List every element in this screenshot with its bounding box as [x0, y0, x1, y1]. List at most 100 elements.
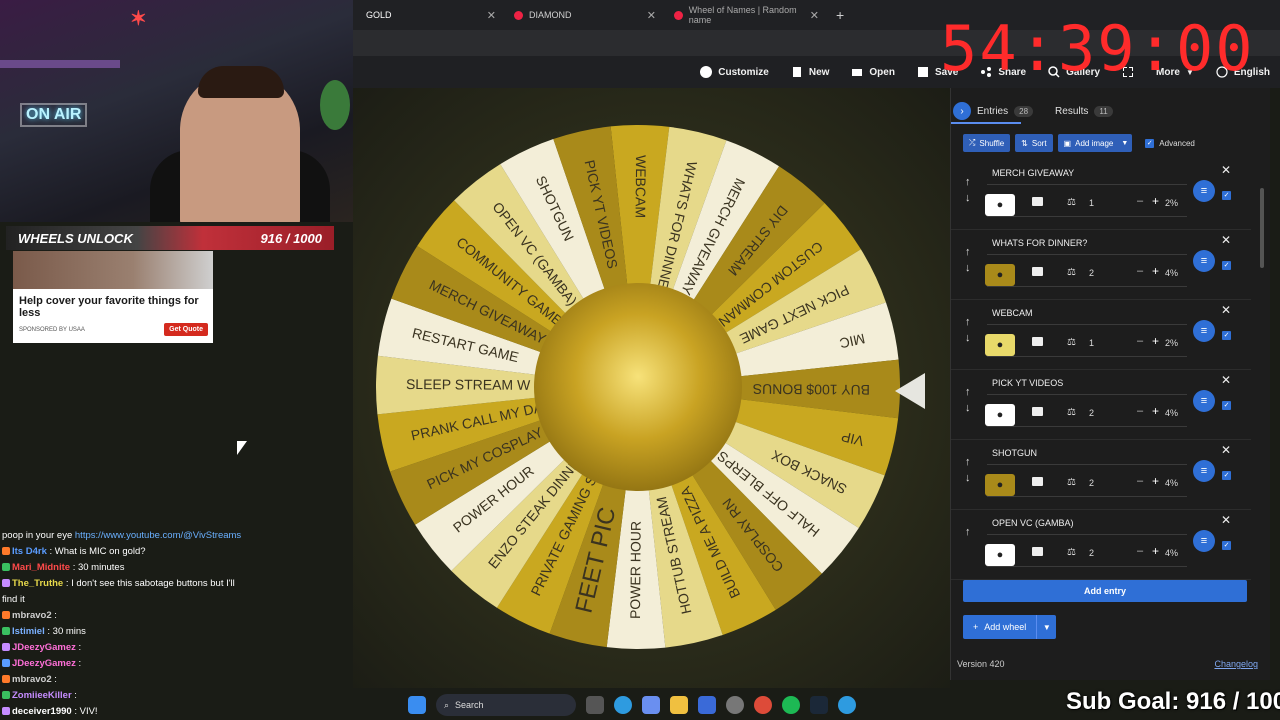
- reorder-arrows[interactable]: ↑ ↓: [965, 454, 971, 486]
- entry-color-swatch[interactable]: ●: [985, 334, 1015, 356]
- steam-icon[interactable]: [810, 696, 828, 714]
- add-wheel-button[interactable]: + Add wheel ▼: [963, 615, 1057, 639]
- chat-username[interactable]: Its D4rk: [12, 546, 47, 557]
- ad-cta-button[interactable]: Get Quote: [164, 323, 208, 336]
- scrollbar[interactable]: [1260, 188, 1264, 268]
- edge-icon[interactable]: [614, 696, 632, 714]
- reorder-arrows[interactable]: ↑ ↓: [965, 244, 971, 276]
- new-tab-plus-icon[interactable]: +: [830, 4, 850, 26]
- customize-button[interactable]: Customize: [700, 66, 769, 78]
- spotify-icon[interactable]: [782, 696, 800, 714]
- chat-username[interactable]: ZomiieeKiller: [12, 690, 72, 701]
- image-icon[interactable]: [1032, 197, 1043, 206]
- entry-settings-button[interactable]: ≡: [1193, 180, 1215, 202]
- decrement-button[interactable]: –: [1137, 195, 1143, 207]
- windows-start-icon[interactable]: [408, 696, 426, 714]
- chat-username[interactable]: Istimiel: [12, 626, 45, 637]
- increment-button[interactable]: +: [1152, 194, 1159, 208]
- entry-name[interactable]: WHATS FOR DINNER?: [992, 238, 1087, 248]
- entry-color-swatch[interactable]: ●: [985, 194, 1015, 216]
- entry-settings-button[interactable]: ≡: [1193, 460, 1215, 482]
- entry-settings-button[interactable]: ≡: [1193, 390, 1215, 412]
- entry-weight[interactable]: 2: [1089, 478, 1094, 488]
- close-icon[interactable]: ✕: [487, 9, 496, 22]
- reorder-arrows[interactable]: ↑ ↓: [965, 314, 971, 346]
- new-button[interactable]: New: [791, 66, 829, 78]
- chevron-right-icon[interactable]: ›: [953, 102, 971, 120]
- entry-enabled-checkbox[interactable]: ✓: [1222, 324, 1231, 342]
- decrement-button[interactable]: –: [1137, 475, 1143, 487]
- store-icon[interactable]: [698, 696, 716, 714]
- tab-results[interactable]: Results 11: [1055, 105, 1113, 117]
- spinning-wheel[interactable]: WEBCAM WHATS FOR DINNER?MERCH GIVEAWAYDIY…: [373, 122, 903, 652]
- image-icon[interactable]: [1032, 407, 1043, 416]
- close-icon[interactable]: ✕: [1221, 373, 1231, 387]
- decrement-button[interactable]: –: [1137, 405, 1143, 417]
- entry-settings-button[interactable]: ≡: [1193, 250, 1215, 272]
- entry-enabled-checkbox[interactable]: ✓: [1222, 394, 1231, 412]
- add-entry-button[interactable]: Add entry: [963, 580, 1247, 602]
- taskbar-search[interactable]: ⌕ Search: [436, 694, 576, 716]
- entry-weight[interactable]: 2: [1089, 408, 1094, 418]
- entry-enabled-checkbox[interactable]: ✓: [1222, 534, 1231, 552]
- reorder-arrows[interactable]: ↑ ↓: [965, 174, 971, 206]
- close-icon[interactable]: ✕: [1221, 233, 1231, 247]
- entry-name[interactable]: WEBCAM: [992, 308, 1033, 318]
- browser-tab-wheel-of-names[interactable]: Wheel of Names | Random name ✕: [668, 4, 823, 26]
- chat-username[interactable]: mbravo2: [12, 610, 52, 621]
- decrement-button[interactable]: –: [1137, 265, 1143, 277]
- increment-button[interactable]: +: [1152, 264, 1159, 278]
- close-icon[interactable]: ✕: [1221, 443, 1231, 457]
- chat-username[interactable]: mbravo2: [12, 674, 52, 685]
- add-image-button[interactable]: ▣ Add image ▼: [1057, 134, 1133, 152]
- entry-name[interactable]: OPEN VC (GAMBA): [992, 518, 1074, 528]
- chat-link[interactable]: https://www.youtube.com/@VivStreams: [75, 530, 241, 541]
- entry-weight[interactable]: 2: [1089, 548, 1094, 558]
- entry-weight[interactable]: 1: [1089, 198, 1094, 208]
- image-icon[interactable]: [1032, 267, 1043, 276]
- entry-color-swatch[interactable]: ●: [985, 544, 1015, 566]
- close-icon[interactable]: ✕: [647, 9, 656, 22]
- chrome-icon[interactable]: [754, 696, 772, 714]
- close-icon[interactable]: ✕: [1221, 163, 1231, 177]
- decrement-button[interactable]: –: [1137, 545, 1143, 557]
- copilot-icon[interactable]: [642, 696, 660, 714]
- increment-button[interactable]: +: [1152, 404, 1159, 418]
- file-explorer-icon[interactable]: [670, 696, 688, 714]
- chat-username[interactable]: JDeezyGamez: [12, 658, 76, 669]
- entry-name[interactable]: SHOTGUN: [992, 448, 1037, 458]
- checkbox-checked-icon[interactable]: ✓: [1145, 138, 1155, 148]
- chat-username[interactable]: Mari_Midnite: [12, 562, 70, 573]
- image-icon[interactable]: [1032, 337, 1043, 346]
- image-icon[interactable]: [1032, 477, 1043, 486]
- increment-button[interactable]: +: [1152, 544, 1159, 558]
- add-wheel-main[interactable]: + Add wheel: [963, 615, 1037, 639]
- sort-button[interactable]: ⇅ Sort: [1015, 134, 1053, 152]
- advertisement[interactable]: Help cover your favorite things for less…: [13, 251, 213, 343]
- task-view-icon[interactable]: [586, 696, 604, 714]
- entry-enabled-checkbox[interactable]: ✓: [1222, 184, 1231, 202]
- shuffle-button[interactable]: ⤮ Shuffle: [963, 134, 1011, 152]
- entry-weight[interactable]: 2: [1089, 268, 1094, 278]
- open-button[interactable]: Open: [851, 66, 895, 78]
- edge-icon[interactable]: [838, 696, 856, 714]
- chat-username[interactable]: JDeezyGamez: [12, 642, 76, 653]
- chevron-down-icon[interactable]: ▼: [1036, 615, 1057, 639]
- entry-settings-button[interactable]: ≡: [1193, 320, 1215, 342]
- chat-username[interactable]: The_Truthe: [12, 578, 63, 589]
- browser-tab-diamond[interactable]: DIAMOND ✕: [508, 4, 660, 26]
- entry-name[interactable]: MERCH GIVEAWAY: [992, 168, 1074, 178]
- increment-button[interactable]: +: [1152, 334, 1159, 348]
- entry-enabled-checkbox[interactable]: ✓: [1222, 254, 1231, 272]
- reorder-arrows[interactable]: ↑ ↓: [965, 384, 971, 416]
- browser-tab-gold[interactable]: GOLD ✕: [360, 4, 500, 26]
- increment-button[interactable]: +: [1152, 474, 1159, 488]
- entry-color-swatch[interactable]: ●: [985, 404, 1015, 426]
- entry-settings-button[interactable]: ≡: [1193, 530, 1215, 552]
- entry-color-swatch[interactable]: ●: [985, 264, 1015, 286]
- image-icon[interactable]: [1032, 547, 1043, 556]
- decrement-button[interactable]: –: [1137, 335, 1143, 347]
- entry-color-swatch[interactable]: ●: [985, 474, 1015, 496]
- tab-entries[interactable]: › Entries 28: [953, 102, 1034, 120]
- advanced-toggle[interactable]: ✓ Advanced: [1145, 138, 1195, 148]
